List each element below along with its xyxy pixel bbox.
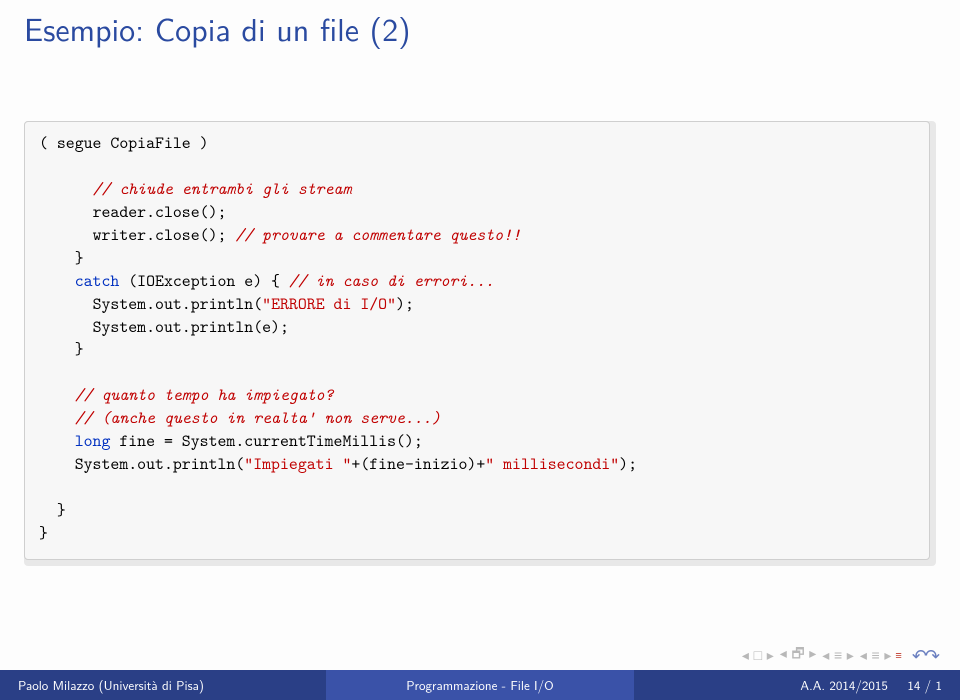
code-comment: // chiude entrambi gli stream [93, 178, 352, 200]
code-line: ); [619, 453, 637, 475]
nav-subsection-icon[interactable]: ◂ ≡ ▸ [860, 645, 892, 665]
code-line: } [75, 247, 84, 269]
code-comment: // provare a commentare questo!! [235, 224, 521, 246]
nav-section-icon[interactable]: ◂ ≡ ▸ [822, 645, 854, 665]
code-line: System.out.println( [75, 453, 245, 475]
slide-title: Esempio: Copia di un file (2) [0, 0, 960, 51]
beamer-nav-symbols: ◂ □ ▸ ◂ 🗗 ▸ ◂ ≡ ▸ ◂ ≡ ▸ ≡ ↶↷ [742, 641, 938, 668]
nav-marker-icon: ≡ [895, 647, 901, 663]
footer-title: Programmazione - File I/O [326, 670, 634, 700]
code-line: System.out.println( [93, 293, 263, 315]
code-line: } [57, 499, 66, 521]
code-comment: // in caso di errori... [289, 270, 494, 292]
footer-meta: A.A. 2014/2015 14 / 1 [634, 670, 960, 700]
code-line: ); [396, 293, 414, 315]
code-string: "ERRORE di I/O" [262, 293, 396, 315]
code-keyword: long [75, 430, 111, 452]
code-string: "Impiegati " [244, 453, 351, 475]
code-line: +(fine-inizio)+ [351, 453, 485, 475]
footer-author: Paolo Milazzo (Università di Pisa) [0, 670, 326, 700]
footer-page: 14 / 1 [907, 676, 942, 695]
code-line: reader.close(); [93, 201, 227, 223]
code-comment: // (anche questo in realta' non serve...… [75, 407, 441, 429]
footer-bar: Paolo Milazzo (Università di Pisa) Progr… [0, 670, 960, 700]
nav-return-icon[interactable]: ↶↷ [912, 641, 938, 668]
code-line: System.out.println(e); [93, 316, 289, 338]
nav-frame-icon[interactable]: ◂ 🗗 ▸ [780, 643, 817, 667]
code-string: " millisecondi" [485, 453, 619, 475]
code-block-shadow: ( segue CopiaFile ) // chiude entrambi g… [24, 121, 936, 566]
footer-date: A.A. 2014/2015 [800, 676, 887, 695]
code-comment: // quanto tempo ha impiegato? [75, 384, 334, 406]
code-line: } [75, 338, 84, 360]
code-line: writer.close(); [93, 224, 236, 246]
code-line: (IOException e) { [119, 270, 289, 292]
code-block: ( segue CopiaFile ) // chiude entrambi g… [24, 121, 930, 560]
code-line: fine = System.currentTimeMillis(); [110, 430, 422, 452]
nav-slide-icon[interactable]: ◂ □ ▸ [742, 645, 774, 665]
code-keyword: catch [75, 270, 120, 292]
code-line: ( segue CopiaFile ) [39, 132, 209, 154]
code-line: } [39, 522, 48, 544]
